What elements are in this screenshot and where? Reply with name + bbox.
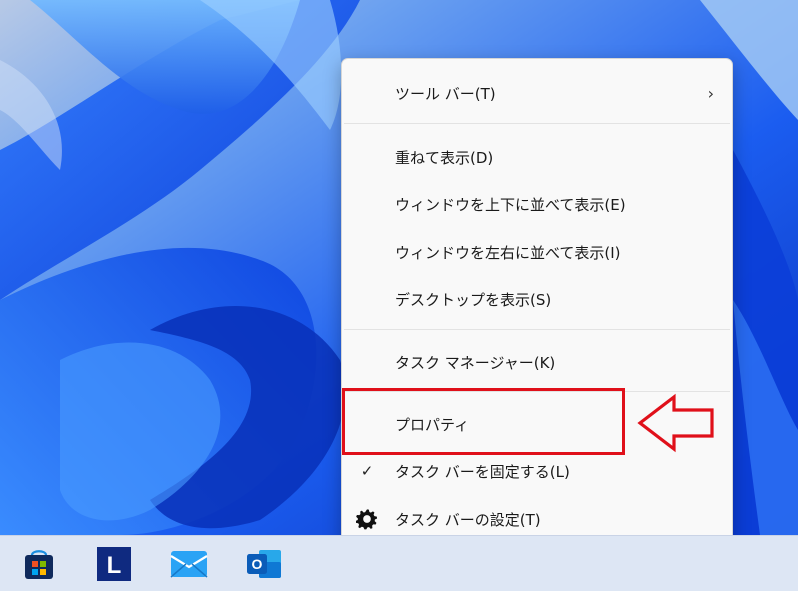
menu-item-toolbars[interactable]: ツール バー(T) ›	[342, 73, 732, 113]
checkmark-icon: ✓	[360, 462, 374, 480]
gear-icon	[356, 508, 378, 530]
microsoft-store-icon[interactable]	[20, 545, 58, 583]
menu-item-label: ツール バー(T)	[395, 84, 496, 103]
menu-item-label: タスク バーを固定する(L)	[395, 462, 570, 481]
menu-item-side-by-side[interactable]: ウィンドウを左右に並べて表示(I)	[342, 232, 732, 272]
menu-item-label: デスクトップを表示(S)	[395, 290, 552, 309]
menu-separator	[344, 329, 730, 330]
menu-item-label: タスク バーの設定(T)	[395, 510, 541, 529]
annotation-highlight-box	[342, 388, 625, 455]
menu-item-show-desktop[interactable]: デスクトップを表示(S)	[342, 279, 732, 319]
mail-icon[interactable]	[170, 545, 208, 583]
l-app-letter: L	[107, 552, 122, 579]
menu-item-label: ウィンドウを左右に並べて表示(I)	[395, 243, 621, 262]
menu-item-lock-taskbar[interactable]: ✓ タスク バーを固定する(L)	[342, 451, 732, 491]
menu-item-taskbar-settings[interactable]: タスク バーの設定(T)	[342, 499, 732, 539]
chevron-right-icon: ›	[707, 83, 714, 103]
menu-separator	[344, 123, 730, 124]
desktop-screen: ツール バー(T) › 重ねて表示(D) ウィンドウを上下に並べて表示(E) ウ…	[0, 0, 798, 591]
menu-item-label: 重ねて表示(D)	[395, 148, 494, 167]
outlook-letter: O	[252, 556, 263, 572]
taskbar: L O	[0, 535, 798, 591]
menu-item-label: タスク マネージャー(K)	[395, 353, 556, 372]
annotation-arrow-icon	[637, 393, 714, 453]
l-app-icon[interactable]: L	[95, 545, 133, 583]
menu-item-stacked[interactable]: ウィンドウを上下に並べて表示(E)	[342, 184, 732, 224]
outlook-icon[interactable]: O	[245, 545, 283, 583]
menu-item-label: ウィンドウを上下に並べて表示(E)	[395, 195, 626, 214]
taskbar-context-menu: ツール バー(T) › 重ねて表示(D) ウィンドウを上下に並べて表示(E) ウ…	[341, 58, 733, 554]
menu-item-task-manager[interactable]: タスク マネージャー(K)	[342, 342, 732, 382]
menu-item-cascade[interactable]: 重ねて表示(D)	[342, 137, 732, 177]
